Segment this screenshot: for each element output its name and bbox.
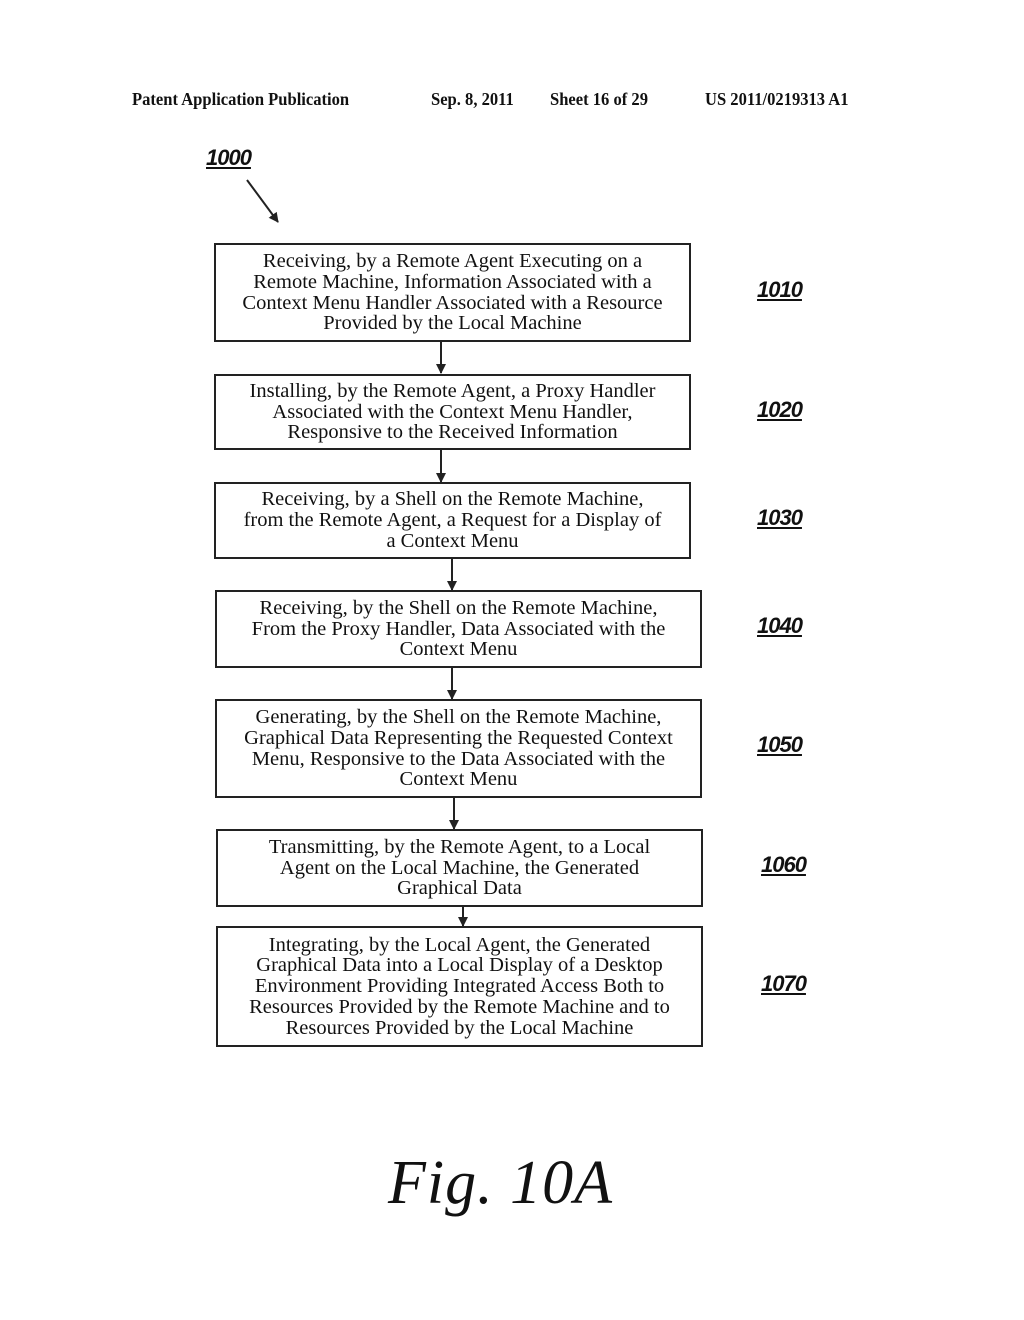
step-box-1050: Generating, by the Shell on the Remote M…	[215, 699, 702, 798]
step-text: Transmitting, by the Remote Agent, to a …	[268, 835, 651, 900]
step-text: Receiving, by the Shell on the Remote Ma…	[251, 596, 666, 661]
step-box-1030: Receiving, by a Shell on the Remote Mach…	[214, 482, 691, 559]
step-text: Receiving, by a Shell on the Remote Mach…	[243, 488, 662, 552]
figure-caption: Fig. 10A	[388, 1149, 613, 1217]
step-label-1020: 1020	[757, 397, 803, 422]
step-text: Generating, by the Shell on the Remote M…	[244, 705, 673, 791]
step-box-1020: Installing, by the Remote Agent, a Proxy…	[214, 374, 691, 450]
step-text: Receiving, by a Remote Agent Executing o…	[242, 249, 663, 335]
step-box-1040: Receiving, by the Shell on the Remote Ma…	[215, 590, 702, 668]
figure-reference-arrow	[246, 179, 279, 223]
step-label-1040: 1040	[757, 613, 803, 638]
step-label-1060: 1060	[761, 852, 807, 877]
step-label-1050: 1050	[757, 732, 803, 757]
step-text: Installing, by the Remote Agent, a Proxy…	[249, 379, 656, 444]
step-label-1010: 1010	[757, 277, 803, 302]
step-box-1060: Transmitting, by the Remote Agent, to a …	[216, 829, 703, 907]
step-box-1070: Integrating, by the Local Agent, the Gen…	[216, 926, 703, 1047]
step-label-1030: 1030	[757, 505, 803, 530]
step-text: Integrating, by the Local Agent, the Gen…	[249, 933, 670, 1039]
step-label-1070: 1070	[761, 971, 807, 996]
step-box-1010: Receiving, by a Remote Agent Executing o…	[214, 243, 691, 342]
